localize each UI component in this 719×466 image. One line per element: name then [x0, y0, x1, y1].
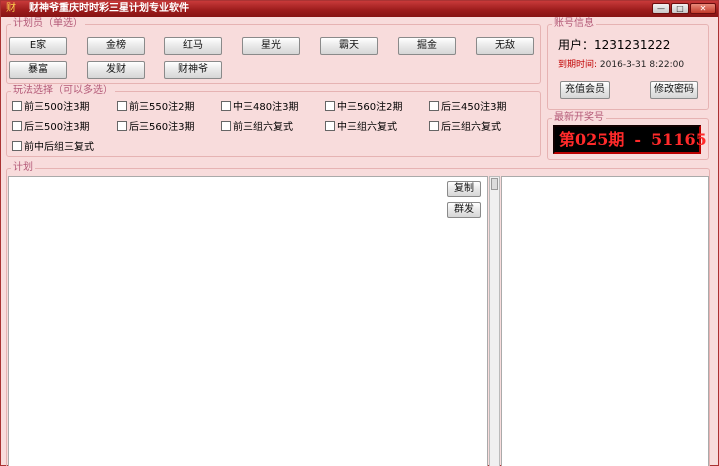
title-bar[interactable]: 财 财神爷重庆时时彩三星计划专业软件 — □ ✕ — [1, 1, 718, 17]
planner-button-juejin[interactable]: 掘金 — [398, 37, 456, 55]
checkbox[interactable] — [325, 121, 335, 131]
latest-draw-display: 第025期 -51165 — [553, 125, 707, 154]
play-option[interactable]: 后三560注3期 — [117, 121, 194, 135]
user-value: 1231231222 — [594, 38, 671, 52]
planner-button-facai[interactable]: 发财 — [87, 61, 145, 79]
minimize-icon: — — [657, 4, 665, 13]
planner-button-batian[interactable]: 霸天 — [320, 37, 378, 55]
plan-output-area[interactable] — [501, 176, 709, 466]
main-window: 财 财神爷重庆时时彩三星计划专业软件 — □ ✕ 计划员（单选） E家 金榜 红… — [0, 0, 719, 466]
draw-period: 第025期 — [559, 130, 625, 149]
plan-text-area[interactable] — [8, 176, 488, 466]
planner-legend: 计划员（单选） — [11, 18, 85, 30]
maximize-icon: □ — [676, 4, 684, 13]
play-option[interactable]: 前三500注3期 — [12, 101, 89, 115]
play-option[interactable]: 中三组六复式 — [325, 121, 397, 135]
draw-number: 51165 — [651, 130, 707, 149]
checkbox[interactable] — [325, 101, 335, 111]
play-selection-legend: 玩法选择（可以多选） — [11, 85, 115, 97]
checkbox[interactable] — [117, 101, 127, 111]
scrollbar-thumb[interactable] — [491, 178, 498, 190]
checkbox[interactable] — [117, 121, 127, 131]
minimize-button[interactable]: — — [652, 3, 670, 14]
expire-info: 到期时间: 2016-3-31 8:22:00 — [558, 60, 684, 71]
play-option[interactable]: 前三组六复式 — [221, 121, 293, 135]
broadcast-button[interactable]: 群发 — [447, 202, 481, 218]
checkbox[interactable] — [429, 101, 439, 111]
play-option[interactable]: 前中后组三复式 — [12, 141, 94, 155]
plan-scrollbar[interactable] — [489, 176, 500, 466]
planner-button-ejia[interactable]: E家 — [9, 37, 67, 55]
change-password-button[interactable]: 修改密码 — [650, 81, 698, 99]
checkbox[interactable] — [12, 101, 22, 111]
account-info-legend: 账号信息 — [552, 18, 596, 30]
user-label: 用户： — [558, 38, 595, 52]
planner-button-xingguang[interactable]: 星光 — [242, 37, 300, 55]
checkbox[interactable] — [12, 121, 22, 131]
play-option[interactable]: 中三560注2期 — [325, 101, 402, 115]
expire-label: 到期时间: — [558, 60, 598, 70]
play-option[interactable]: 前三550注2期 — [117, 101, 194, 115]
play-option[interactable]: 后三450注3期 — [429, 101, 506, 115]
play-option[interactable]: 后三500注3期 — [12, 121, 89, 135]
copy-button[interactable]: 复制 — [447, 181, 481, 197]
user-info: 用户：1231231222 — [558, 38, 670, 52]
checkbox[interactable] — [221, 101, 231, 111]
maximize-button[interactable]: □ — [671, 3, 689, 14]
checkbox[interactable] — [429, 121, 439, 131]
plan-legend: 计划 — [11, 162, 35, 174]
planner-button-hongma[interactable]: 红马 — [164, 37, 222, 55]
planner-button-wudi[interactable]: 无敌 — [476, 37, 534, 55]
planner-button-caishenye[interactable]: 财神爷 — [164, 61, 222, 79]
planner-button-baofu[interactable]: 暴富 — [9, 61, 67, 79]
play-option[interactable]: 中三480注3期 — [221, 101, 298, 115]
expire-value: 2016-3-31 8:22:00 — [599, 60, 685, 70]
play-option[interactable]: 后三组六复式 — [429, 121, 501, 135]
money-god-icon: 财 — [6, 3, 16, 14]
checkbox[interactable] — [12, 141, 22, 151]
close-icon: ✕ — [699, 4, 707, 13]
recharge-button[interactable]: 充值会员 — [560, 81, 610, 99]
planner-button-jinbang[interactable]: 金榜 — [87, 37, 145, 55]
checkbox[interactable] — [221, 121, 231, 131]
close-button[interactable]: ✕ — [690, 3, 716, 14]
draw-separator: - — [634, 130, 642, 149]
window-title: 财神爷重庆时时彩三星计划专业软件 — [29, 3, 189, 14]
latest-draw-legend: 最新开奖号 — [552, 112, 606, 124]
